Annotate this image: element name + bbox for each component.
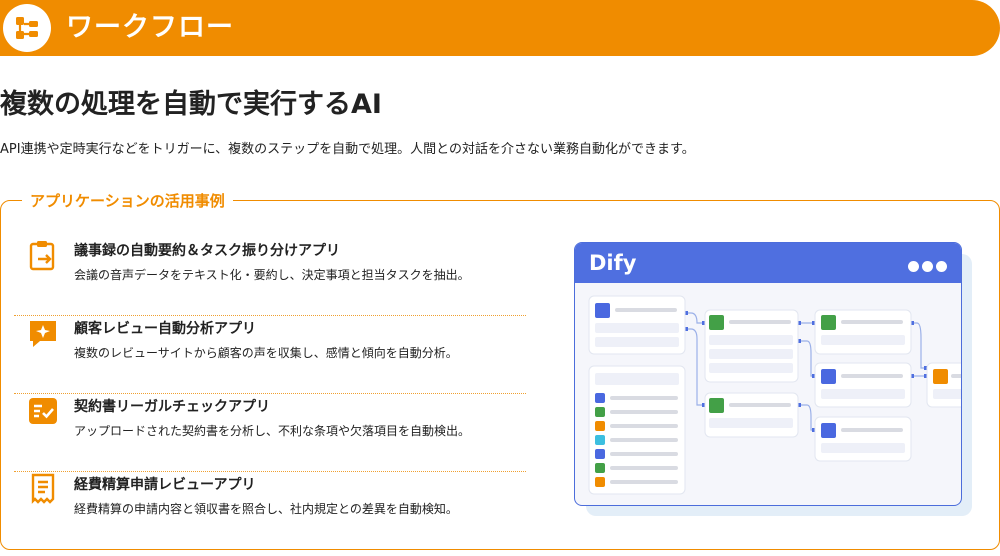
clipboard-icon: [26, 238, 60, 272]
banner-title: ワークフロー: [66, 12, 234, 43]
use-case-description: 複数のレビューサイトから顧客の声を収集し、感情と傾向を自動分析。: [74, 346, 458, 360]
more-dots-icon: [905, 257, 947, 272]
use-case-item: 顧客レビュー自動分析アプリ 複数のレビューサイトから顧客の声を収集し、感情と傾向…: [14, 316, 526, 394]
chat-sparkle-icon: [26, 316, 60, 350]
use-case-title: 議事録の自動要約＆タスク振り分けアプリ: [74, 243, 340, 259]
section-banner: ワークフロー: [0, 0, 1000, 56]
dify-logo: Dify: [589, 251, 637, 275]
use-case-item: 契約書リーガルチェックアプリ アップロードされた契約書を分析し、不利な条項や欠落…: [14, 394, 526, 472]
receipt-icon: [26, 472, 60, 506]
use-case-section-label: アプリケーションの活用事例: [22, 190, 233, 211]
use-case-description: 会議の音声データをテキスト化・要約し、決定事項と担当タスクを抽出。: [74, 268, 470, 282]
dify-workflow-mockup: Dify: [574, 242, 962, 506]
use-case-title: 契約書リーガルチェックアプリ: [74, 399, 270, 415]
mockup-header: Dify: [575, 243, 961, 283]
checklist-icon: [26, 394, 60, 428]
use-case-title: 顧客レビュー自動分析アプリ: [74, 321, 256, 337]
workflow-diagram: [588, 295, 961, 495]
use-case-item: 議事録の自動要約＆タスク振り分けアプリ 会議の音声データをテキスト化・要約し、決…: [14, 238, 526, 316]
page-title: 複数の処理を自動で実行するAI: [0, 89, 382, 120]
use-case-description: アップロードされた契約書を分析し、不利な条項や欠落項目を自動検出。: [74, 424, 471, 438]
use-case-title: 経費精算申請レビューアプリ: [74, 477, 256, 493]
page-description: API連携や定時実行などをトリガーに、複数のステップを自動で処理。人間との対話を…: [0, 142, 695, 157]
workflow-icon: [3, 4, 51, 52]
use-case-item: 経費精算申請レビューアプリ 経費精算の申請内容と領収書を照合し、社内規定との差異…: [14, 472, 526, 550]
use-case-description: 経費精算の申請内容と領収書を照合し、社内規定との差異を自動検知。: [74, 502, 458, 516]
